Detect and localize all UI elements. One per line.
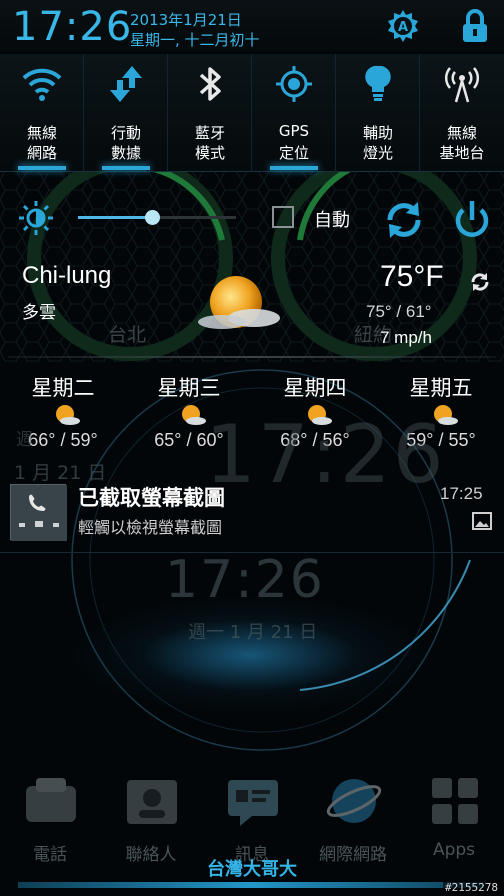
forecast-day: 星期五 59° / 55° bbox=[386, 372, 496, 450]
hotspot-icon bbox=[445, 67, 479, 103]
toggle-label: 網路 bbox=[26, 144, 57, 162]
toggle-label: GPS bbox=[278, 122, 310, 140]
dock-app-contacts[interactable]: 聯絡人 bbox=[101, 768, 201, 868]
divider bbox=[8, 356, 496, 358]
weather-temperature: 75°F bbox=[380, 260, 444, 293]
dock-app-browser[interactable]: 網際網路 bbox=[303, 768, 403, 868]
notification-time: 17:25 bbox=[440, 484, 483, 503]
header-date: 2013年1月21日 bbox=[130, 11, 242, 29]
toggle-label: 無線 bbox=[26, 124, 57, 142]
notification-subtitle: 輕觸以檢視螢幕截圖 bbox=[78, 518, 223, 537]
a-badge-icon: A bbox=[388, 10, 418, 42]
toggle-label: 定位 bbox=[278, 144, 309, 162]
weather-alt-city: 台北 bbox=[108, 324, 147, 346]
brightness-slider[interactable] bbox=[78, 210, 236, 225]
lock-button[interactable] bbox=[458, 8, 492, 44]
toggle-label: 模式 bbox=[194, 144, 225, 162]
messages-icon bbox=[228, 780, 278, 826]
toggle-flashlight[interactable]: 輔助 燈光 bbox=[336, 54, 420, 172]
toggle-label: 行動 bbox=[110, 124, 141, 142]
brightness-row: 自動 bbox=[0, 180, 504, 254]
quick-toggles: 無線 網路 行動 數據 藍牙 模式 GPS 定位 輔助 燈光 無線 基地台 bbox=[0, 54, 504, 172]
auto-rotate-button[interactable]: A bbox=[386, 8, 420, 44]
toggle-label: 輔助 bbox=[362, 124, 393, 142]
app-dock: 電話 聯絡人 訊息 網際網路 Apps bbox=[0, 768, 504, 868]
background-weekday: 週 bbox=[16, 430, 33, 450]
bluetooth-icon bbox=[199, 67, 221, 101]
image-icon bbox=[472, 512, 492, 530]
forecast-day: 星期二 66° / 59° bbox=[8, 372, 118, 450]
dock-app-phone[interactable]: 電話 bbox=[0, 768, 100, 868]
auto-brightness-checkbox[interactable] bbox=[272, 206, 294, 228]
toggle-mobile-data[interactable]: 行動 數據 bbox=[84, 54, 168, 172]
background-date: 週一 1 月 21 日 bbox=[188, 622, 318, 643]
toggle-wifi[interactable]: 無線 網路 bbox=[0, 54, 84, 172]
mobile-data-icon bbox=[110, 66, 142, 102]
notification-title: 已截取螢幕截圖 bbox=[78, 486, 225, 510]
power-icon bbox=[455, 201, 489, 237]
weather-refresh-button[interactable] bbox=[470, 272, 490, 292]
wifi-icon bbox=[22, 68, 62, 101]
weather-hi-lo: 75° / 61° bbox=[366, 302, 432, 321]
toggle-label: 無線 bbox=[446, 124, 477, 142]
brightness-slider-knob[interactable] bbox=[145, 210, 161, 225]
phone-icon bbox=[26, 778, 76, 822]
background-clock: 17:26 bbox=[165, 550, 325, 610]
weather-city: Chi-lung bbox=[22, 262, 112, 289]
weather-wind: 7 mp/h bbox=[380, 328, 432, 347]
weather-condition: 多雲 bbox=[22, 303, 56, 323]
watermark: #2155278 bbox=[443, 881, 500, 894]
phone-screenshot-thumb bbox=[11, 485, 67, 541]
header-clock: 17:26 bbox=[12, 4, 133, 50]
contacts-icon bbox=[127, 780, 177, 824]
toggle-on-indicator bbox=[102, 166, 150, 170]
toggle-label: 基地台 bbox=[439, 144, 485, 162]
forecast-day: 星期四 68° / 56° bbox=[260, 372, 370, 450]
panel-drag-handle[interactable] bbox=[18, 882, 484, 888]
status-header: 17:26 2013年1月21日 星期一, 十二月初十 A bbox=[0, 0, 504, 52]
lock-icon bbox=[463, 9, 487, 42]
partly-cloudy-icon bbox=[198, 276, 280, 329]
sync-button[interactable] bbox=[382, 198, 426, 242]
toggle-label: 藍牙 bbox=[194, 124, 225, 142]
forecast-day-name: 星期三 bbox=[157, 376, 221, 400]
forecast-day-name: 星期四 bbox=[283, 376, 347, 400]
partly-cloudy-icon bbox=[182, 405, 206, 425]
toggle-on-indicator bbox=[18, 166, 66, 170]
sync-icon bbox=[387, 202, 421, 238]
toggle-bluetooth[interactable]: 藍牙 模式 bbox=[168, 54, 252, 172]
brightness-slider-fill bbox=[78, 216, 153, 219]
apps-grid-icon bbox=[432, 778, 478, 824]
auto-brightness-label: 自動 bbox=[314, 210, 350, 231]
toggle-label: 燈光 bbox=[362, 144, 393, 162]
forecast-day-name: 星期五 bbox=[409, 376, 473, 400]
forecast-day-name: 星期二 bbox=[31, 376, 95, 400]
browser-globe-icon bbox=[326, 779, 382, 823]
gps-icon bbox=[276, 66, 312, 102]
toggle-on-indicator bbox=[270, 166, 318, 170]
toggle-hotspot[interactable]: 無線 基地台 bbox=[420, 54, 504, 172]
refresh-icon bbox=[471, 273, 489, 291]
flashlight-icon bbox=[365, 65, 391, 101]
svg-text:A: A bbox=[398, 20, 408, 35]
brightness-icon bbox=[19, 201, 53, 235]
partly-cloudy-icon bbox=[56, 405, 80, 425]
carrier-name: 台灣大哥大 bbox=[207, 859, 297, 880]
toggle-label: 數據 bbox=[110, 144, 141, 162]
power-button[interactable] bbox=[450, 198, 494, 242]
header-lunar-date: 星期一, 十二月初十 bbox=[130, 31, 260, 49]
screenshot-notification[interactable]: 已截取螢幕截圖 輕觸以檢視螢幕截圖 17:25 bbox=[0, 476, 504, 552]
toggle-gps[interactable]: GPS 定位 bbox=[252, 54, 336, 172]
dock-app-apps[interactable]: Apps bbox=[404, 768, 504, 868]
notification-thumbnail bbox=[10, 484, 67, 541]
forecast-day: 星期三 65° / 60° bbox=[134, 372, 244, 450]
dock-app-messages[interactable]: 訊息 bbox=[202, 768, 302, 868]
